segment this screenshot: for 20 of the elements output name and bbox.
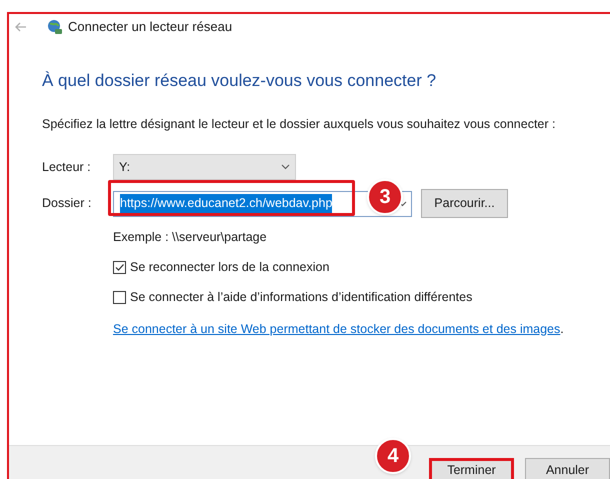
checkbox[interactable] xyxy=(113,260,126,274)
web-site-link[interactable]: Se connecter à un site Web permettant de stocker des documents et des images xyxy=(113,322,560,336)
step-badge: 3 xyxy=(367,179,403,216)
dialog-button[interactable]: Annuler xyxy=(525,458,610,479)
step-badge: 4 xyxy=(375,438,411,474)
window-title: Connecter un lecteur réseau xyxy=(68,18,232,36)
checkbox[interactable] xyxy=(113,290,126,304)
browse-button[interactable]: Parcourir... xyxy=(421,189,508,218)
dialog-button[interactable]: Terminer xyxy=(429,458,514,479)
heading: À quel dossier réseau voulez-vous vous connecter ? xyxy=(42,70,438,92)
drive-label: Lecteur : xyxy=(42,158,92,176)
example-text: Exemple : \\serveur\partage xyxy=(113,229,268,246)
instruction-text: Spécifiez la lettre désignant le lecteur et le dossier auxquels vous souhaitez vous connecter : xyxy=(42,116,556,133)
link-period: . xyxy=(560,322,564,336)
chevron-down-icon xyxy=(281,164,290,170)
network-drive-icon xyxy=(47,19,63,35)
folder-label: Dossier : xyxy=(42,195,92,212)
drive-select[interactable]: Y: xyxy=(113,154,296,180)
checkbox-label: Se connecter à l’aide d’informations d’identification différentes xyxy=(130,288,472,306)
checkbox-label: Se reconnecter lors de la connexion xyxy=(130,259,330,276)
